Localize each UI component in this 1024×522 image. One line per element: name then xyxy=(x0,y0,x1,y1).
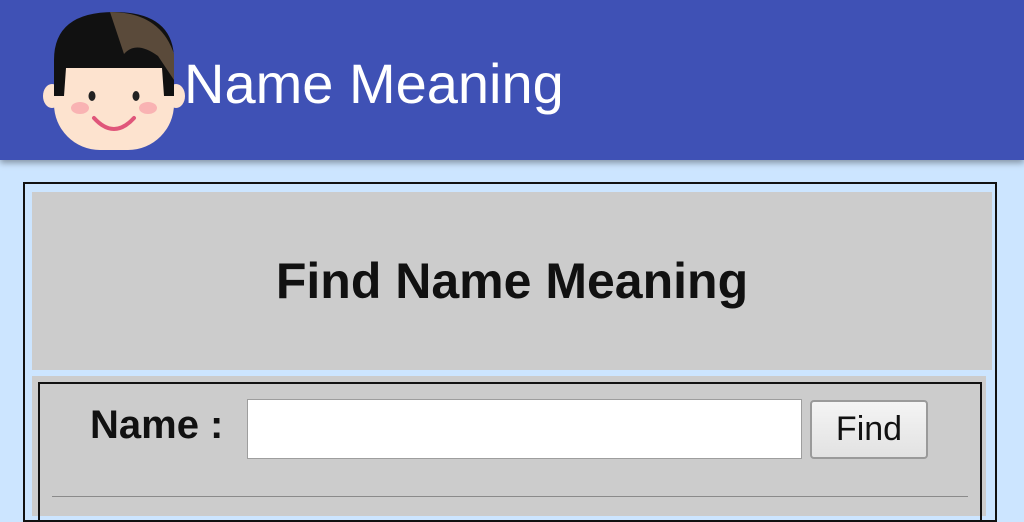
app-title: Name Meaning xyxy=(184,52,564,115)
divider xyxy=(52,496,968,497)
heading-panel: Find Name Meaning xyxy=(32,192,992,370)
boy-face-icon xyxy=(40,10,188,150)
name-label: Name : xyxy=(90,403,224,447)
app-bar: Name Meaning xyxy=(0,0,1024,160)
find-button[interactable]: Find xyxy=(810,400,928,459)
page-heading: Find Name Meaning xyxy=(275,253,749,309)
name-input[interactable] xyxy=(247,399,802,459)
